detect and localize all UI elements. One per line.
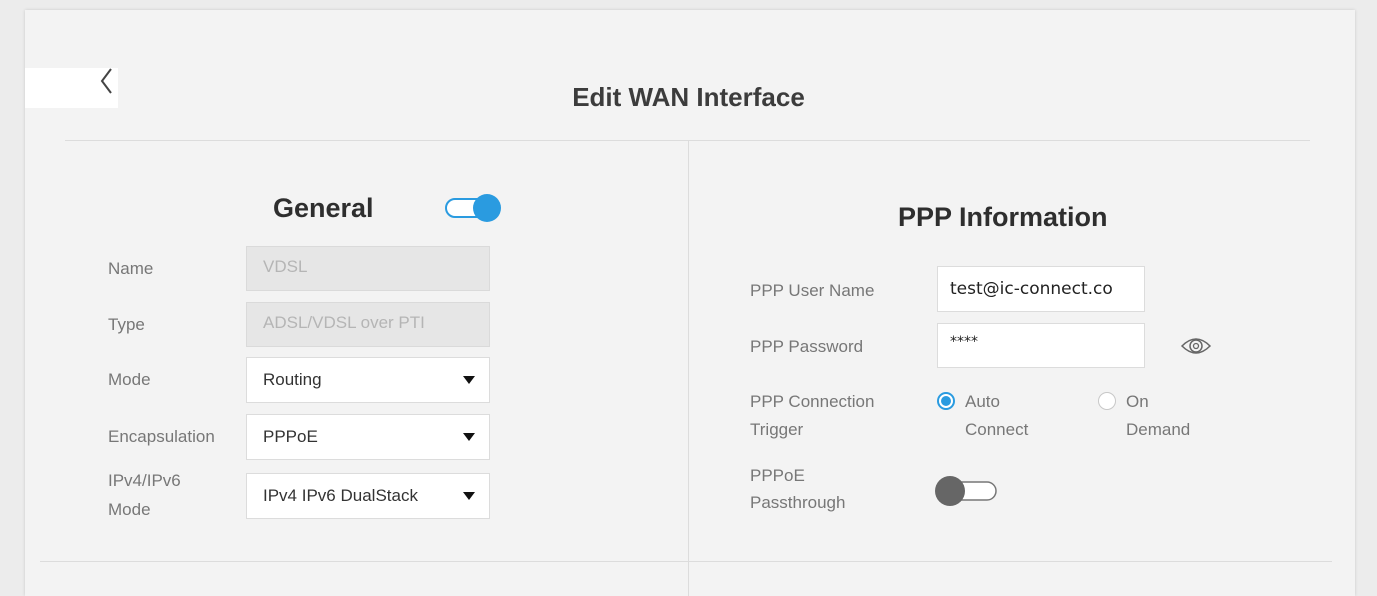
on-demand-label-line1: On: [1126, 392, 1149, 411]
general-toggle[interactable]: [445, 193, 503, 223]
on-demand-label-line2: Demand: [1126, 420, 1191, 439]
encapsulation-label: Encapsulation: [108, 427, 215, 446]
ip-mode-select[interactable]: IPv4 IPv6 DualStack: [246, 473, 490, 519]
ppp-trigger-label-line2: Trigger: [750, 420, 804, 439]
ppp-trigger-label-line1: PPP Connection: [750, 392, 875, 411]
general-title: General: [273, 193, 374, 223]
ip-mode-label-line2: Mode: [108, 500, 151, 519]
ppp-title: PPP Information: [898, 202, 1108, 232]
name-label: Name: [108, 259, 154, 278]
auto-connect-label-line1: Auto: [965, 392, 1000, 411]
dropdown-arrow-icon: [463, 376, 475, 384]
passthrough-label-line2: Passthrough: [750, 493, 846, 512]
ppp-username-input[interactable]: [937, 266, 1145, 312]
type-field: ADSL/VDSL over PTI: [246, 302, 490, 347]
passthrough-label-line1: PPPoE: [750, 466, 805, 485]
auto-connect-radio[interactable]: [937, 392, 955, 410]
ip-mode-select-value: IPv4 IPv6 DualStack: [263, 486, 418, 505]
ppp-password-label: PPP Password: [750, 337, 864, 356]
type-label: Type: [108, 315, 145, 334]
encapsulation-select-value: PPPoE: [263, 427, 318, 446]
dropdown-arrow-icon: [463, 433, 475, 441]
column-divider: [688, 141, 689, 596]
page-title: Edit WAN Interface: [572, 82, 805, 112]
ppp-password-input[interactable]: ****: [937, 323, 1145, 368]
mode-label: Mode: [108, 370, 151, 389]
footer-divider: [40, 561, 1332, 562]
auto-connect-label-line2: Connect: [965, 420, 1029, 439]
encapsulation-select[interactable]: PPPoE: [246, 414, 490, 460]
passthrough-toggle[interactable]: [933, 475, 999, 507]
ip-mode-label-line1: IPv4/IPv6: [108, 471, 181, 490]
mode-select-value: Routing: [263, 370, 322, 389]
eye-icon[interactable]: [1180, 334, 1212, 358]
on-demand-radio[interactable]: [1098, 392, 1116, 410]
name-field: VDSL: [246, 246, 490, 291]
ppp-username-label: PPP User Name: [750, 281, 875, 300]
dropdown-arrow-icon: [463, 492, 475, 500]
mode-select[interactable]: Routing: [246, 357, 490, 403]
